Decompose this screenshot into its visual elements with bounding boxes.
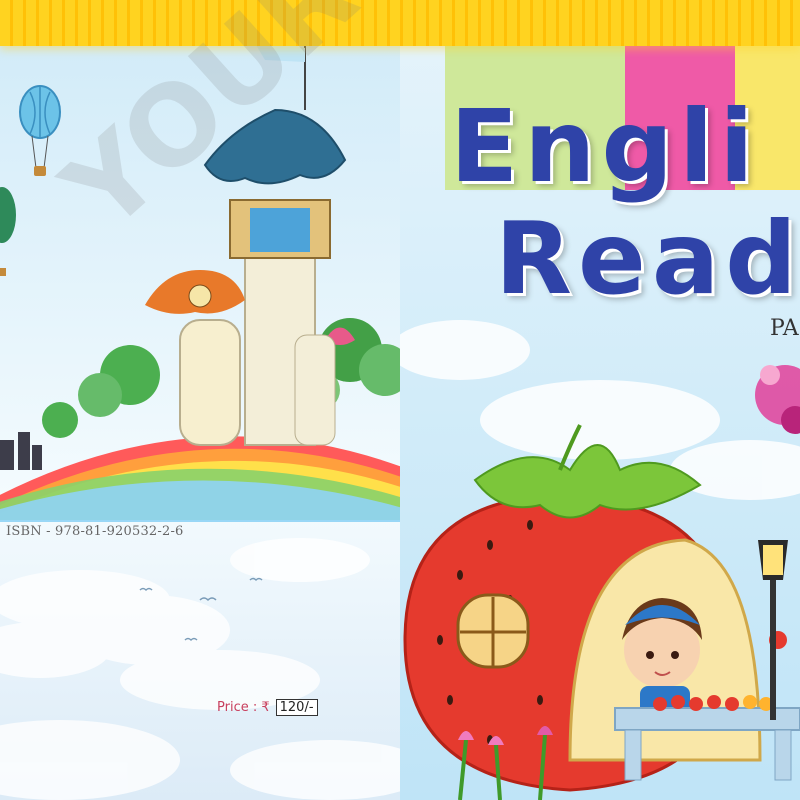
lamp-post-icon [758,540,788,720]
price-label: Price : ₹ 120/- [217,699,318,716]
price-value-box: 120/- [275,699,318,716]
cloud-icon [0,538,400,800]
price-caption: Price : ₹ [217,700,270,715]
hot-air-balloon-icon [0,85,61,276]
front-cover: Engli Read PA [400,0,800,800]
flourish-ornament-icon [755,365,800,434]
title-line-1: Engli [450,88,760,205]
isbn-text: ISBN - 978-81-920532-2-6 [6,524,184,539]
city-skyline-icon [0,432,42,470]
part-label: PA [770,316,799,341]
title-line-2: Read [495,200,800,317]
rainbow-hill [0,436,400,522]
